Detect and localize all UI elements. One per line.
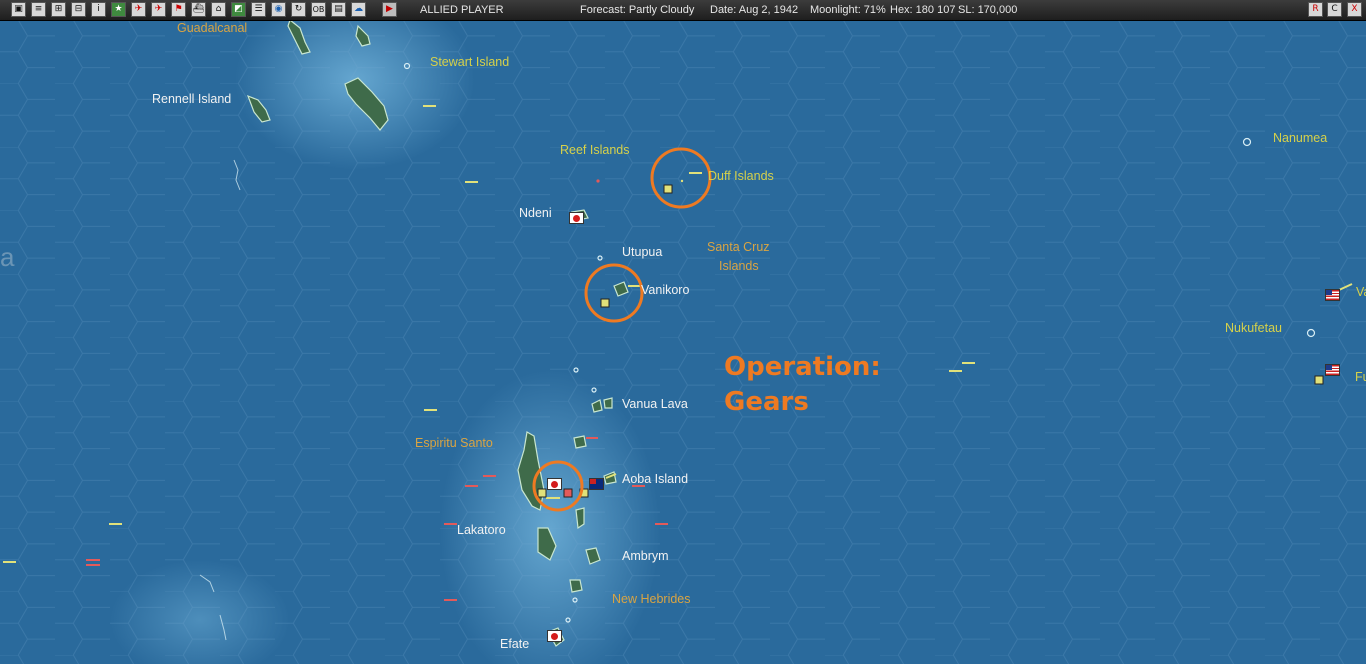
- sl-text: SL: 170,000: [958, 4, 1018, 16]
- label-guadalcanal[interactable]: Guadalcanal: [177, 21, 247, 35]
- operation-title: Operation: Gears: [724, 350, 881, 420]
- map-icon[interactable]: ◩: [231, 2, 246, 17]
- japan-flag-ndeni: [569, 212, 584, 224]
- list-icon[interactable]: ☰: [251, 2, 266, 17]
- forecast-text: Forecast: Partly Cloudy: [580, 4, 695, 16]
- label-efate[interactable]: Efate: [500, 637, 529, 651]
- label-duff-islands[interactable]: Duff Islands: [708, 169, 774, 183]
- label-vanua-lava[interactable]: Vanua Lava: [622, 397, 688, 411]
- label-santa-cruz-islands[interactable]: Islands: [719, 259, 759, 273]
- tf-icon[interactable]: ⊞: [51, 2, 66, 17]
- play-icon[interactable]: ▶: [382, 2, 397, 17]
- label-espiritu-santo[interactable]: Espiritu Santo: [415, 436, 493, 450]
- top-toolbar: ▣ ≡ ⊞ ⊟ i ★ ✈ ✈ ⚑ ⛴ ⌂ ◩ ☰ ◉ ↻ OB ▤ ☁ ▶ A…: [0, 0, 1366, 21]
- hex-text: Hex: 180 107: [890, 4, 956, 16]
- ob-icon[interactable]: OB: [311, 2, 326, 17]
- label-santa-cruz[interactable]: Santa Cruz: [707, 240, 770, 254]
- c-button[interactable]: C: [1327, 2, 1342, 17]
- date-text: Date: Aug 2, 1942: [710, 4, 799, 16]
- plane-icon[interactable]: ✈: [131, 2, 146, 17]
- label-ambrym[interactable]: Ambrym: [622, 549, 669, 563]
- label-edge-va[interactable]: Va: [1356, 285, 1366, 299]
- label-vanikoro[interactable]: Vanikoro: [641, 283, 689, 297]
- operation-line2: Gears: [724, 387, 809, 417]
- australia-flag-aoba: [589, 478, 604, 490]
- base-icon[interactable]: ⌂: [211, 2, 226, 17]
- flag-icon[interactable]: ⚑: [171, 2, 186, 17]
- label-nanumea[interactable]: Nanumea: [1273, 131, 1327, 145]
- strategic-map[interactable]: Guadalcanal Stewart Island Rennell Islan…: [0, 20, 1366, 664]
- us-flag-va: [1325, 289, 1340, 301]
- japan-flag-efate: [547, 630, 562, 642]
- label-utupua[interactable]: Utupua: [622, 245, 662, 259]
- weather-icon[interactable]: ☁: [351, 2, 366, 17]
- star-icon[interactable]: ★: [111, 2, 126, 17]
- map-canvas: [0, 20, 1366, 664]
- japan-flag-santo: [547, 478, 562, 490]
- label-rennell-island[interactable]: Rennell Island: [152, 92, 231, 106]
- table-icon[interactable]: ▤: [331, 2, 346, 17]
- air-icon[interactable]: ⊟: [71, 2, 86, 17]
- ship-icon[interactable]: ⛴: [191, 2, 206, 17]
- cycle-icon[interactable]: ↻: [291, 2, 306, 17]
- operation-line1: Operation:: [724, 352, 881, 382]
- globe-icon[interactable]: ◉: [271, 2, 286, 17]
- label-stewart-island[interactable]: Stewart Island: [430, 55, 509, 69]
- us-flag-fu: [1325, 364, 1340, 376]
- label-nukufetau[interactable]: Nukufetau: [1225, 321, 1282, 335]
- r-button[interactable]: R: [1308, 2, 1323, 17]
- display-icon[interactable]: ▣: [11, 2, 26, 17]
- label-aoba-island[interactable]: Aoba Island: [622, 472, 688, 486]
- label-ndeni[interactable]: Ndeni: [519, 206, 552, 220]
- moonlight-text: Moonlight: 71%: [810, 4, 886, 16]
- report-icon[interactable]: ≡: [31, 2, 46, 17]
- info-icon[interactable]: i: [91, 2, 106, 17]
- player-name: ALLIED PLAYER: [420, 4, 504, 16]
- label-new-hebrides[interactable]: New Hebrides: [612, 592, 691, 606]
- close-button[interactable]: X: [1347, 2, 1362, 17]
- label-edge-fu[interactable]: Fu: [1355, 370, 1366, 384]
- label-edge-a: a: [0, 242, 15, 272]
- label-lakatoro[interactable]: Lakatoro: [457, 523, 506, 537]
- plane2-icon[interactable]: ✈: [151, 2, 166, 17]
- label-reef-islands[interactable]: Reef Islands: [560, 143, 629, 157]
